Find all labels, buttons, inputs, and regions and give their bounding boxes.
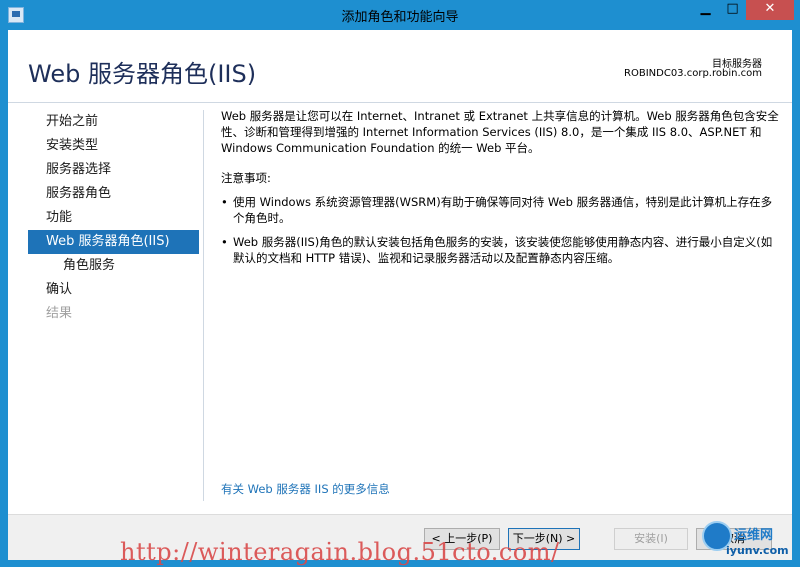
logo-text-cn: 运维网	[734, 528, 774, 543]
title-bar[interactable]: 添加角色和功能向导 ▁ □ ✕	[0, 0, 800, 30]
list-item: 使用 Windows 系统资源管理器(WSRM)有助于确保等同对待 Web 服务…	[221, 194, 779, 226]
wizard-header: Web 服务器角色(IIS) 目标服务器 ROBINDC03.corp.robi…	[8, 30, 792, 103]
nav-item-role-services[interactable]: 角色服务	[28, 254, 199, 278]
target-server-name: ROBINDC03.corp.robin.com	[624, 68, 762, 79]
nav-item-results: 结果	[46, 306, 73, 321]
nav-item-server-selection[interactable]: 服务器选择	[28, 158, 199, 182]
content-pane: Web 服务器是让您可以在 Internet、Intranet 或 Extran…	[221, 108, 779, 274]
window-title: 添加角色和功能向导	[341, 10, 459, 25]
site-logo: 运维网 iyunv.com	[698, 518, 800, 567]
nav-item-before-you-begin[interactable]: 开始之前	[28, 110, 199, 134]
install-button: 安装(I)	[614, 528, 688, 550]
minimize-button[interactable]: ▁	[692, 0, 719, 20]
nav-item-features[interactable]: 功能	[28, 206, 199, 230]
notes-list: 使用 Windows 系统资源管理器(WSRM)有助于确保等同对待 Web 服务…	[221, 194, 779, 266]
nav-item-server-roles[interactable]: 服务器角色	[28, 182, 199, 206]
nav-item-installation-type[interactable]: 安装类型	[28, 134, 199, 158]
nav-item-web-server-role[interactable]: Web 服务器角色(IIS)	[28, 230, 199, 254]
wizard-window: 添加角色和功能向导 ▁ □ ✕ Web 服务器角色(IIS) 目标服务器 ROB…	[0, 0, 800, 567]
logo-text-en: iyunv.com	[726, 544, 789, 557]
page-title: Web 服务器角色(IIS)	[28, 60, 257, 88]
list-item: Web 服务器(IIS)角色的默认安装包括角色服务的安装，该安装使您能够使用静态…	[221, 234, 779, 266]
wizard-nav: 开始之前 安装类型 服务器选择 服务器角色 功能 Web 服务器角色(IIS) …	[28, 110, 199, 326]
maximize-button[interactable]: □	[719, 0, 746, 20]
notes-title: 注意事项:	[221, 171, 271, 185]
watermark-url: http://winteragain.blog.51cto.com/	[120, 538, 560, 566]
nav-divider	[203, 110, 204, 501]
intro-text: Web 服务器是让您可以在 Internet、Intranet 或 Extran…	[221, 109, 779, 155]
nav-item-confirmation[interactable]: 确认	[28, 278, 199, 302]
more-info-link[interactable]: 有关 Web 服务器 IIS 的更多信息	[221, 481, 390, 497]
close-button[interactable]: ✕	[746, 0, 794, 20]
wizard-body: Web 服务器角色(IIS) 目标服务器 ROBINDC03.corp.robi…	[8, 30, 792, 560]
